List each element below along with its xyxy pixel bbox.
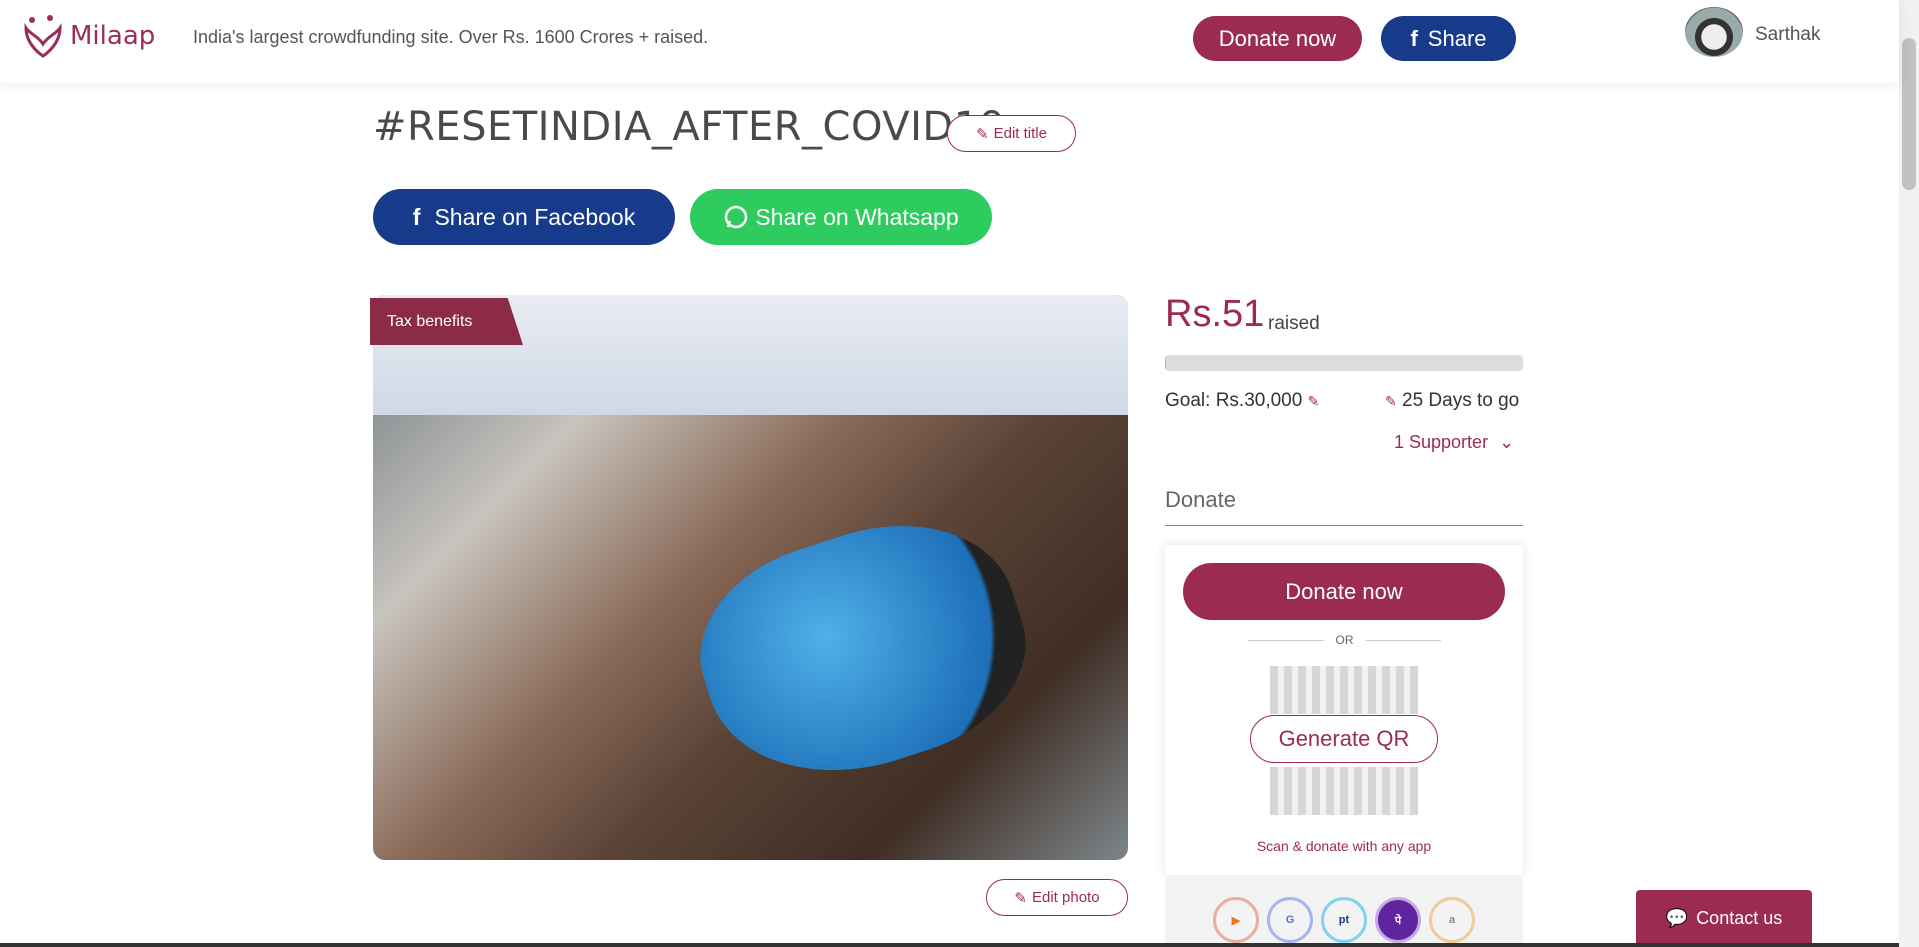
or-divider: OR	[1248, 633, 1441, 647]
generate-qr-button[interactable]: Generate QR	[1250, 715, 1438, 763]
edit-photo-label: Edit photo	[1032, 889, 1100, 906]
share-whatsapp-label: Share on Whatsapp	[755, 203, 959, 230]
facebook-icon: f	[1410, 25, 1418, 51]
or-label: OR	[1335, 633, 1354, 647]
username[interactable]: Sarthak	[1755, 24, 1820, 46]
goal-text: Goal: Rs.30,000	[1165, 390, 1303, 411]
header-share-button[interactable]: f Share	[1381, 16, 1516, 61]
edit-days-icon[interactable]: ✎	[1385, 393, 1397, 409]
donate-heading: Donate	[1165, 487, 1236, 512]
share-whatsapp-button[interactable]: Share on Whatsapp	[690, 189, 992, 245]
share-facebook-button[interactable]: f Share on Facebook	[373, 189, 675, 245]
progress-fill	[1165, 355, 1167, 371]
edit-title-button[interactable]: ✎ Edit title	[947, 115, 1076, 152]
chat-help-icon: 💬	[1665, 908, 1689, 928]
funding-progress-bar	[1165, 355, 1523, 371]
tax-benefits-badge: Tax benefits	[370, 298, 523, 345]
payment-apps-row: ▶ G pt पे a	[1165, 875, 1523, 947]
chevron-down-icon: ⌄	[1499, 432, 1515, 452]
qr-placeholder-icon	[1270, 767, 1418, 815]
scan-text: Scan & donate with any app	[1256, 838, 1432, 854]
edit-photo-button[interactable]: ✎ Edit photo	[986, 879, 1128, 916]
header-donate-button[interactable]: Donate now	[1193, 16, 1362, 61]
gpay-icon: G	[1267, 897, 1313, 943]
header-share-label: Share	[1427, 25, 1487, 51]
milaap-logo[interactable]: Milaap	[22, 14, 155, 58]
tagline: India's largest crowdfunding site. Over …	[193, 27, 709, 47]
scrollbar-thumb[interactable]	[1902, 38, 1916, 190]
supporters-toggle[interactable]: 1 Supporter ⌄	[1394, 432, 1514, 453]
raised-label: raised	[1268, 313, 1320, 334]
contact-us-button[interactable]: 💬 Contact us	[1636, 890, 1812, 947]
facebook-icon: f	[412, 203, 421, 230]
divider-line	[1248, 639, 1324, 641]
paytm-icon: pt	[1321, 897, 1367, 943]
page-title: #RESETINDIA_AFTER_COVID19	[373, 104, 1006, 150]
contact-label: Contact us	[1696, 908, 1783, 928]
milaap-logo-icon	[24, 15, 62, 58]
days-row: ✎ 25 Days to go	[1385, 390, 1519, 412]
pencil-icon: ✎	[976, 125, 989, 143]
phonepe-icon: पे	[1375, 897, 1421, 943]
top-header: Milaap India's largest crowdfunding site…	[0, 0, 1899, 83]
whatsapp-icon	[725, 205, 748, 229]
divider-line	[1365, 639, 1441, 641]
edit-title-label: Edit title	[993, 125, 1047, 142]
donate-now-button[interactable]: Donate now	[1183, 563, 1505, 620]
share-facebook-label: Share on Facebook	[434, 203, 636, 230]
amazonpay-icon: a	[1429, 897, 1475, 943]
pencil-icon: ✎	[1014, 889, 1027, 907]
goal-row: Goal: Rs.30,000 ✎	[1165, 390, 1319, 412]
bhim-icon: ▶	[1213, 897, 1259, 943]
divider	[1165, 525, 1523, 526]
avatar[interactable]	[1685, 7, 1743, 57]
supporters-text: 1 Supporter	[1394, 432, 1489, 452]
days-text: 25 Days to go	[1402, 390, 1520, 411]
logo-text: Milaap	[70, 21, 156, 51]
qr-placeholder-icon	[1270, 666, 1418, 714]
campaign-photo	[373, 295, 1128, 860]
edit-goal-icon[interactable]: ✎	[1308, 393, 1320, 409]
photo-mask	[675, 491, 1051, 809]
raised-amount: Rs.51	[1165, 293, 1265, 335]
bottom-edge	[0, 943, 1899, 947]
